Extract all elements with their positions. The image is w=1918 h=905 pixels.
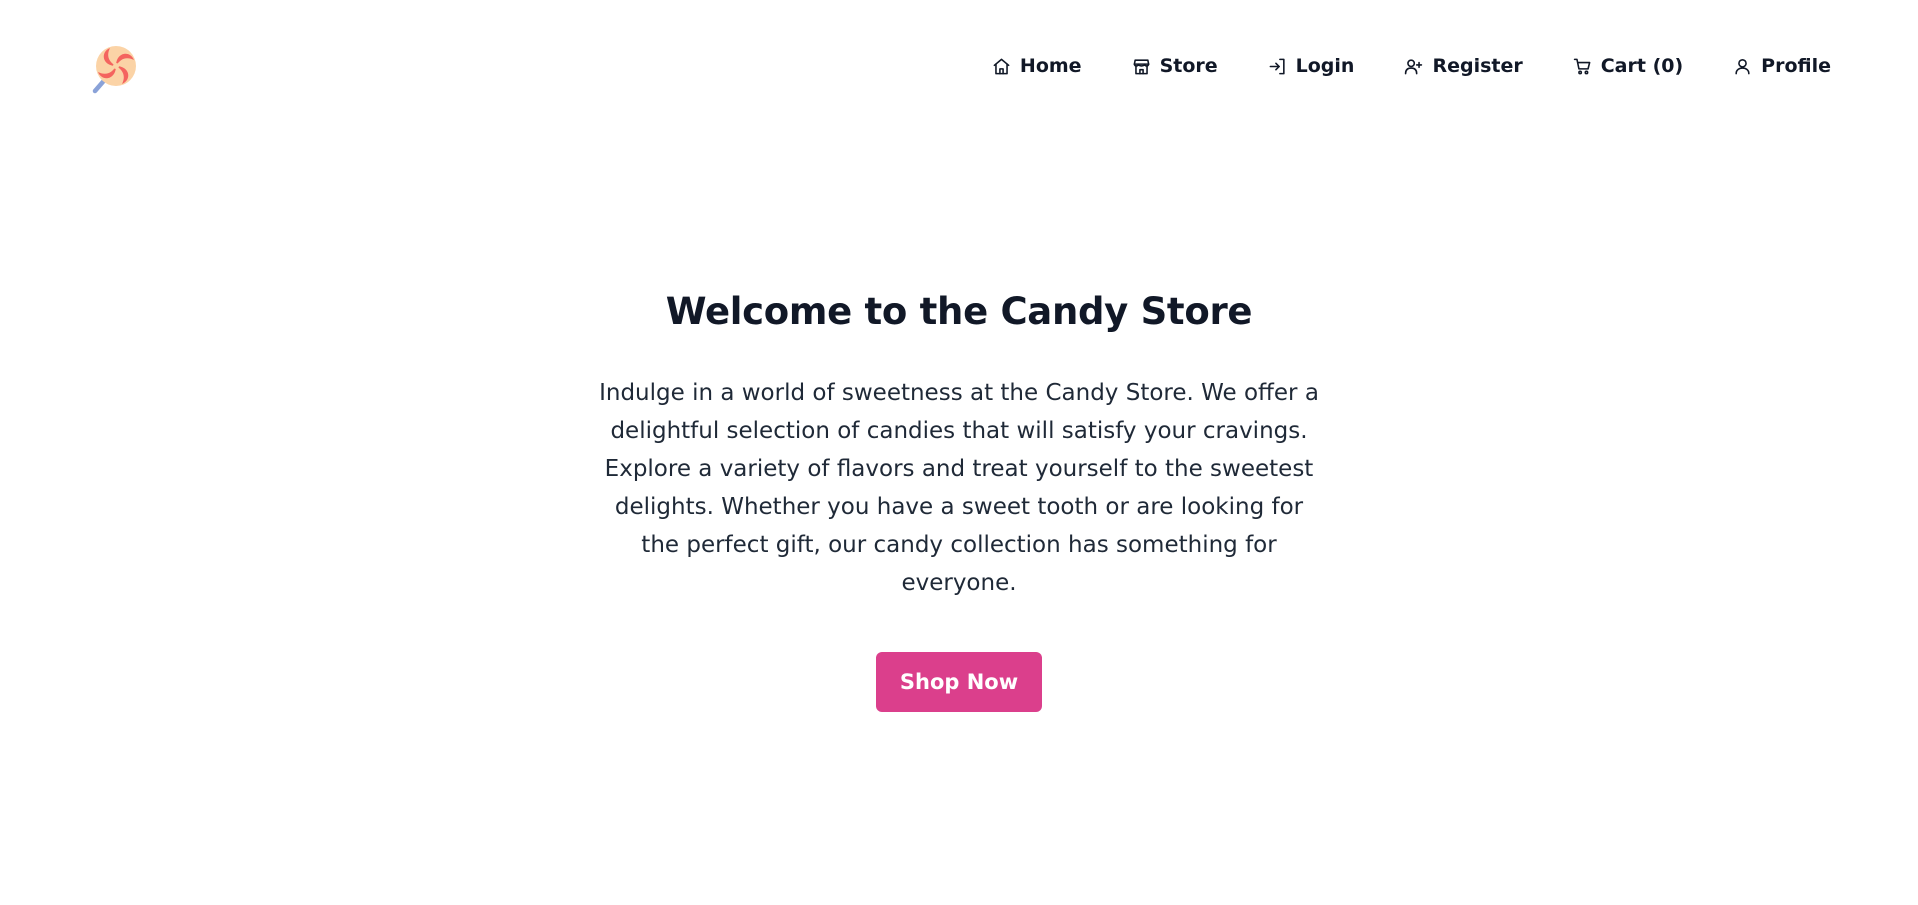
nav-register-link[interactable]: Register [1404, 55, 1523, 77]
nav-store-label: Store [1159, 55, 1218, 77]
nav-cart-link[interactable]: Cart (0) [1573, 55, 1683, 77]
cart-icon [1573, 57, 1592, 76]
nav-login-link[interactable]: Login [1268, 55, 1355, 77]
store-icon [1132, 57, 1151, 76]
register-icon [1404, 57, 1423, 76]
nav-cart-label: Cart (0) [1600, 55, 1684, 77]
nav-profile-link[interactable]: Profile [1733, 55, 1831, 77]
lollipop-icon [92, 46, 136, 94]
nav-profile-label: Profile [1761, 55, 1831, 77]
shop-now-button[interactable]: Shop Now [876, 652, 1042, 713]
home-icon [992, 57, 1011, 76]
nav-store-link[interactable]: Store [1132, 55, 1218, 77]
hero-title: Welcome to the Candy Store [665, 290, 1253, 333]
logo-link[interactable] [86, 44, 138, 96]
profile-icon [1733, 57, 1752, 76]
hero-description: Indulge in a world of sweetness at the C… [599, 380, 1319, 597]
nav-home-link[interactable]: Home [992, 55, 1082, 77]
nav-home-label: Home [1019, 55, 1082, 77]
navbar: Home Store Login Register Cart (0) Profi… [0, 0, 1918, 140]
hero-section: Welcome to the Candy Store Indulge in a … [0, 290, 1918, 713]
nav-login-label: Login [1295, 55, 1355, 77]
nav-register-label: Register [1432, 55, 1523, 77]
nav-links: Home Store Login Register Cart (0) Profi… [992, 55, 1831, 77]
login-icon [1268, 57, 1287, 76]
